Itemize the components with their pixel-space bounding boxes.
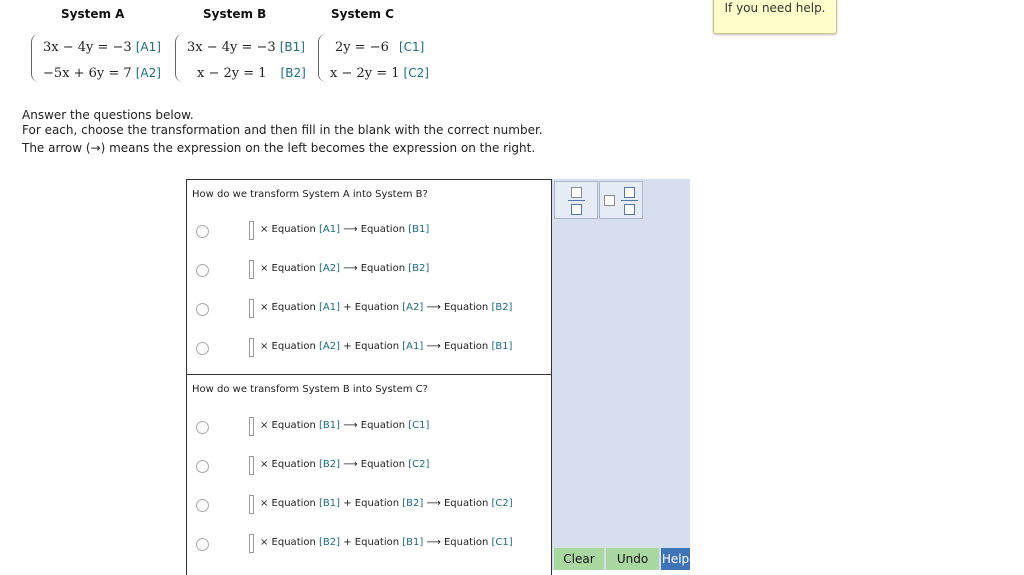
transform-option[interactable]: × Equation [A1] ⟶ Equation [B1] [187, 221, 551, 241]
transform-option[interactable]: × Equation [B1] ⟶ Equation [C1] [187, 417, 551, 437]
question-panel-b-to-c: How do we transform System B into System… [186, 374, 552, 575]
denominator-box-icon [624, 204, 635, 215]
brace-icon [175, 34, 184, 82]
help-button[interactable]: Help [661, 548, 690, 570]
help-tooltip-text: If you need help. [724, 1, 826, 15]
denominator-box-icon [571, 204, 582, 215]
multiplier-input[interactable] [249, 338, 254, 357]
numerator-box-icon [624, 187, 635, 198]
radio-button[interactable] [196, 225, 209, 238]
equation-a2: −5x + 6y = 7 [A2] [43, 66, 161, 81]
radio-button[interactable] [196, 460, 209, 473]
numerator-box-icon [571, 187, 582, 198]
system-b-title: System B [203, 7, 267, 21]
equation-b1: 3x − 4y = −3 [B1] [187, 40, 305, 55]
instruction-line: The arrow (→) means the expression on th… [22, 141, 536, 155]
clear-button[interactable]: Clear [554, 548, 604, 570]
transform-option[interactable]: × Equation [B2] + Equation [B1] ⟶ Equati… [187, 534, 551, 554]
radio-button[interactable] [196, 303, 209, 316]
instruction-line: For each, choose the transformation and … [22, 123, 543, 137]
transform-option[interactable]: × Equation [A2] + Equation [A1] ⟶ Equati… [187, 338, 551, 358]
equation-c2: x − 2y = 1 [C2] [330, 66, 429, 81]
fraction-bar-icon [621, 200, 638, 201]
brace-icon [31, 34, 40, 82]
help-tooltip: If you need help. [713, 0, 837, 34]
radio-button[interactable] [196, 421, 209, 434]
option-label: × Equation [A2] + Equation [A1] ⟶ Equati… [260, 341, 513, 352]
option-label: × Equation [B2] + Equation [B1] ⟶ Equati… [260, 537, 513, 548]
equation-b2: x − 2y = 1 [B2] [197, 66, 306, 81]
question-panel-a-to-b: How do we transform System A into System… [186, 179, 552, 376]
fraction-button[interactable] [554, 181, 598, 219]
radio-button[interactable] [196, 264, 209, 277]
brace-icon [318, 34, 327, 82]
equation-c1: 2y = −6 [C1] [335, 40, 425, 55]
radio-button[interactable] [196, 538, 209, 551]
multiplier-input[interactable] [249, 299, 254, 318]
question-text: How do we transform System B into System… [192, 384, 428, 395]
transform-option[interactable]: × Equation [B2] ⟶ Equation [C2] [187, 456, 551, 476]
option-label: × Equation [B1] + Equation [B2] ⟶ Equati… [260, 498, 513, 509]
transform-option[interactable]: × Equation [A2] ⟶ Equation [B2] [187, 260, 551, 280]
option-label: × Equation [A1] + Equation [A2] ⟶ Equati… [260, 302, 513, 313]
math-toolbar [552, 179, 690, 570]
multiplier-input[interactable] [249, 456, 254, 475]
option-label: × Equation [B1] ⟶ Equation [C1] [260, 420, 430, 431]
transform-option[interactable]: × Equation [A1] + Equation [A2] ⟶ Equati… [187, 299, 551, 319]
question-text: How do we transform System A into System… [192, 189, 428, 200]
whole-box-icon [604, 195, 615, 206]
equation-a1: 3x − 4y = −3 [A1] [43, 40, 161, 55]
system-c-title: System C [331, 7, 394, 21]
undo-button[interactable]: Undo [606, 548, 659, 570]
multiplier-input[interactable] [249, 221, 254, 240]
radio-button[interactable] [196, 342, 209, 355]
multiplier-input[interactable] [249, 260, 254, 279]
option-label: × Equation [B2] ⟶ Equation [C2] [260, 459, 430, 470]
fraction-bar-icon [568, 200, 585, 201]
multiplier-input[interactable] [249, 495, 254, 514]
multiplier-input[interactable] [249, 417, 254, 436]
radio-button[interactable] [196, 499, 209, 512]
system-a-title: System A [61, 7, 125, 21]
option-label: × Equation [A2] ⟶ Equation [B2] [260, 263, 430, 274]
mixed-number-button[interactable] [599, 181, 643, 219]
instruction-line: Answer the questions below. [22, 108, 194, 122]
option-label: × Equation [A1] ⟶ Equation [B1] [260, 224, 430, 235]
transform-option[interactable]: × Equation [B1] + Equation [B2] ⟶ Equati… [187, 495, 551, 515]
multiplier-input[interactable] [249, 534, 254, 553]
